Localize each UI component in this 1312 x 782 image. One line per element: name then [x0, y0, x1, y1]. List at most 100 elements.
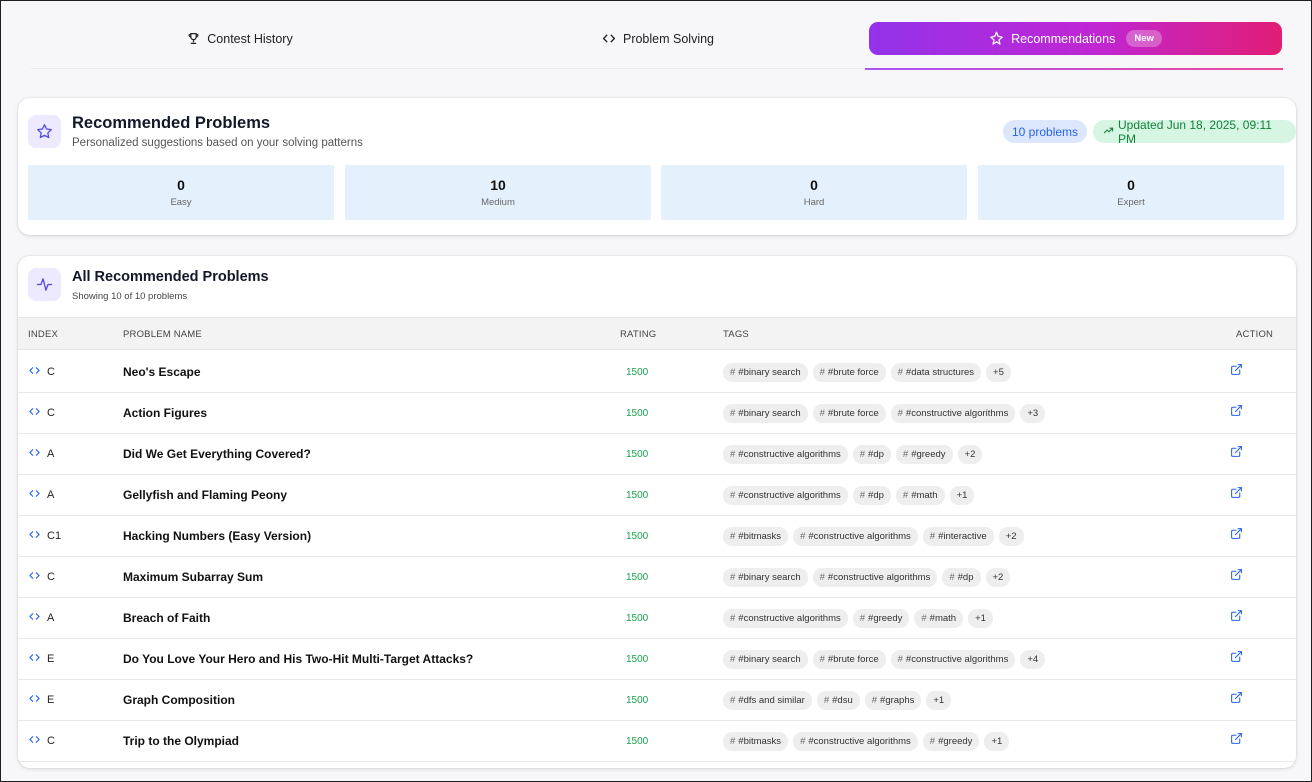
- tag-chip[interactable]: # #binary search: [723, 649, 808, 669]
- tag-chip[interactable]: # #binary search: [723, 403, 808, 423]
- hash-icon: #: [800, 530, 806, 542]
- open-problem-button[interactable]: [1230, 516, 1243, 556]
- more-tags-chip[interactable]: +1: [968, 608, 993, 628]
- tag-chip[interactable]: # #binary search: [723, 567, 808, 587]
- more-tags-chip[interactable]: +4: [1020, 649, 1046, 669]
- problem-index: C1: [47, 530, 62, 542]
- more-tags-chip[interactable]: +1: [949, 485, 975, 505]
- tag-chip[interactable]: # #data structures: [890, 362, 982, 382]
- open-problem-button[interactable]: [1230, 639, 1243, 679]
- code-icon: [28, 365, 41, 379]
- hash-icon: #: [897, 407, 903, 419]
- code-icon: [28, 693, 41, 707]
- tag-chip[interactable]: # #brute force: [812, 649, 886, 669]
- more-tags-chip[interactable]: +2: [985, 567, 1011, 587]
- tag-chip[interactable]: # #constructive algorithms: [793, 526, 918, 546]
- tag-chip[interactable]: # #greedy: [852, 608, 910, 628]
- problem-name[interactable]: Hacking Numbers (Easy Version): [123, 516, 311, 556]
- tag-chip[interactable]: # #greedy: [922, 731, 980, 751]
- tag-chip[interactable]: # #bitmasks: [723, 731, 789, 751]
- tag-label: #greedy: [911, 448, 946, 460]
- open-problem-button[interactable]: [1230, 393, 1243, 433]
- tags-cell: # #constructive algorithms # #dp # #math +1: [723, 475, 975, 515]
- more-tags-chip[interactable]: +2: [957, 444, 983, 464]
- problem-name[interactable]: Gellyfish and Flaming Peony: [123, 475, 287, 515]
- tag-chip[interactable]: # #constructive algorithms: [812, 567, 938, 587]
- open-problem-button[interactable]: [1230, 434, 1243, 474]
- tag-chip[interactable]: # #constructive algorithms: [723, 485, 848, 505]
- tag-chip[interactable]: # #interactive: [922, 526, 994, 546]
- table-row[interactable]: E Do You Love Your Hero and His Two-Hit M…: [18, 639, 1296, 680]
- sparkle-icon: [989, 31, 1004, 46]
- more-tags-chip[interactable]: +3: [1020, 403, 1046, 423]
- tags-cell: # #constructive algorithms # #dp # #greedy +2: [723, 434, 983, 474]
- problem-name[interactable]: Action Figures: [123, 393, 207, 433]
- problem-name[interactable]: Do You Love Your Hero and His Two-Hit Mu…: [123, 639, 473, 679]
- hash-icon: #: [819, 653, 825, 665]
- problem-name[interactable]: Trip to the Olympiad: [123, 721, 239, 761]
- table-row[interactable]: A Breach of Faith 1500 # #constructive algor…: [18, 598, 1296, 639]
- tab-contest-history[interactable]: Contest History: [31, 22, 449, 55]
- problem-name[interactable]: Graph Composition: [123, 680, 235, 720]
- hash-icon: #: [730, 571, 736, 583]
- tag-chip[interactable]: # #dfs and similar: [723, 690, 812, 710]
- summary-subtitle: Personalized suggestions based on your s…: [72, 137, 363, 149]
- more-tags-chip[interactable]: +1: [926, 690, 952, 710]
- more-tags-chip[interactable]: +2: [998, 526, 1024, 546]
- table-row[interactable]: C Trip to the Olympiad 1500 # #bitmasks # #con…: [18, 721, 1296, 762]
- problem-name[interactable]: Breach of Faith: [123, 598, 210, 638]
- external-link-icon: [1230, 363, 1243, 381]
- table-row[interactable]: C Action Figures 1500 # #binary search # #brut…: [18, 393, 1296, 434]
- problem-name[interactable]: Maximum Subarray Sum: [123, 557, 263, 597]
- problem-rating: 1500: [626, 612, 649, 624]
- stat-label: Medium: [481, 197, 515, 208]
- more-tags-chip[interactable]: +1: [984, 731, 1010, 751]
- open-problem-button[interactable]: [1230, 598, 1243, 638]
- recommended-problems-table-card: All Recommended Problems Showing 10 of 1…: [18, 256, 1296, 768]
- table-row[interactable]: E Graph Composition 1500 # #dfs and similar #…: [18, 680, 1296, 721]
- problem-rating: 1500: [626, 366, 649, 378]
- problem-name[interactable]: Neo's Escape: [123, 352, 201, 392]
- tag-chip[interactable]: # #dp: [852, 485, 891, 505]
- problem-name[interactable]: Did We Get Everything Covered?: [123, 434, 311, 474]
- open-problem-button[interactable]: [1230, 721, 1243, 761]
- stat-easy: 0 Easy: [28, 165, 334, 220]
- tag-chip[interactable]: # #dp: [942, 567, 981, 587]
- tag-chip[interactable]: # #constructive algorithms: [793, 731, 918, 751]
- table-row[interactable]: A Gellyfish and Flaming Peony 1500 # #constr…: [18, 475, 1296, 516]
- more-tags-chip[interactable]: +5: [986, 362, 1011, 382]
- table-subtitle: Showing 10 of 10 problems: [72, 291, 188, 302]
- tag-chip[interactable]: # #greedy: [895, 444, 953, 464]
- index-cell: C1: [28, 516, 61, 556]
- table-row[interactable]: A Did We Get Everything Covered? 1500 # #con…: [18, 434, 1296, 475]
- hash-icon: #: [819, 407, 825, 419]
- hash-icon: #: [929, 530, 936, 542]
- table-row[interactable]: C Maximum Subarray Sum 1500 # #binary search…: [18, 557, 1296, 598]
- open-problem-button[interactable]: [1230, 352, 1243, 392]
- tab-problem-solving[interactable]: Problem Solving: [449, 22, 867, 55]
- tag-chip[interactable]: # #math: [895, 485, 945, 505]
- tag-chip[interactable]: # #math: [914, 608, 964, 628]
- tag-chip[interactable]: # #brute force: [812, 362, 886, 382]
- tag-label: #dfs and similar: [738, 694, 805, 706]
- open-problem-button[interactable]: [1230, 475, 1243, 515]
- tab-recommendations[interactable]: Recommendations New: [869, 22, 1282, 55]
- table-row[interactable]: C1 Hacking Numbers (Easy Version) 1500 # #bi…: [18, 516, 1296, 557]
- open-problem-button[interactable]: [1230, 680, 1243, 720]
- tag-chip[interactable]: # #bitmasks: [723, 526, 789, 546]
- tag-chip[interactable]: # #dsu: [816, 690, 860, 710]
- tag-chip[interactable]: # #constructive algorithms: [723, 444, 848, 464]
- tag-chip[interactable]: # #binary search: [723, 362, 808, 382]
- index-cell: A: [28, 475, 54, 515]
- tag-chip[interactable]: # #dp: [852, 444, 891, 464]
- tag-label: #greedy: [938, 735, 973, 747]
- tag-chip[interactable]: # #constructive algorithms: [890, 403, 1016, 423]
- tag-label: #interactive: [938, 530, 987, 542]
- tag-chip[interactable]: # #constructive algorithms: [723, 608, 848, 628]
- open-problem-button[interactable]: [1230, 557, 1243, 597]
- tag-chip[interactable]: # #brute force: [812, 403, 886, 423]
- tag-chip[interactable]: # #graphs: [864, 690, 922, 710]
- tag-chip[interactable]: # #constructive algorithms: [890, 649, 1016, 669]
- table-row[interactable]: C Neo's Escape 1500 # #binary search # #brute …: [18, 352, 1296, 393]
- code-icon: [28, 570, 41, 584]
